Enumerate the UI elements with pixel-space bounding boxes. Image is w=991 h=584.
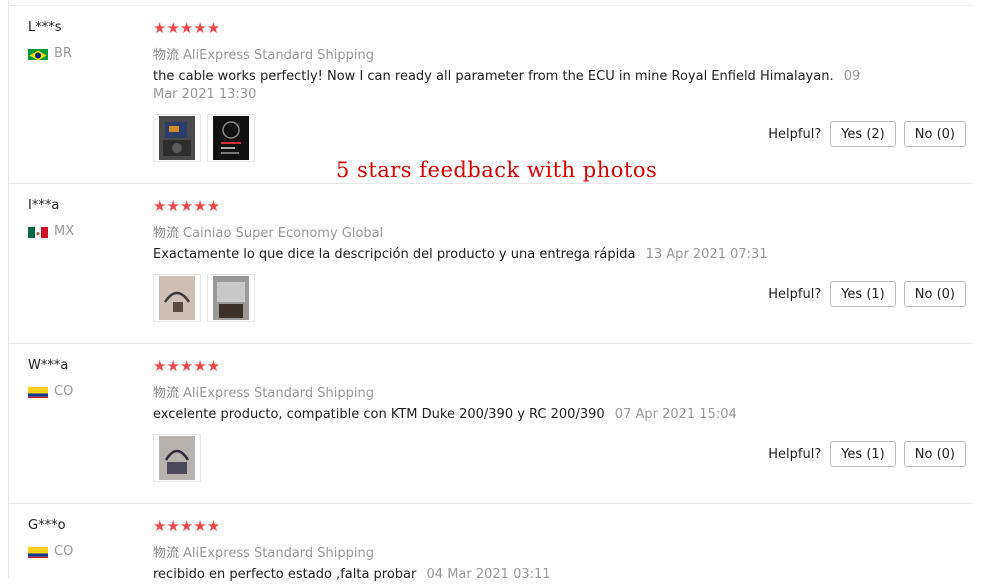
- helpful-no-button[interactable]: No (0): [903, 441, 966, 467]
- review-photos: [153, 434, 201, 482]
- helpful-yes-button[interactable]: Yes (2): [830, 121, 896, 147]
- helpful-yes-button[interactable]: Yes (1): [830, 441, 896, 467]
- review-text: recibido en perfecto estado ,falta proba…: [153, 566, 873, 584]
- shipping-label: 物流: [153, 546, 180, 561]
- review-body: recibido en perfecto estado ,falta proba…: [153, 567, 417, 582]
- star-rating: ★★★★★: [153, 19, 221, 37]
- shipping-name: Cainiao Super Economy Global: [183, 226, 384, 241]
- shipping-label: 物流: [153, 226, 180, 241]
- shipping-name: AliExpress Standard Shipping: [183, 48, 375, 63]
- country-code: CO: [54, 544, 74, 559]
- reviewer-country: CO: [28, 384, 73, 399]
- reviewer-country: BR: [28, 46, 72, 61]
- review-item: I***a MX ★★★★★ 物流 Cainiao Super Economy G…: [0, 184, 991, 344]
- reviewer-name: I***a: [28, 198, 60, 213]
- helpful-voting: Helpful? Yes (2) No (0): [768, 121, 966, 147]
- helpful-label: Helpful?: [768, 126, 822, 142]
- shipping-method: 物流 AliExpress Standard Shipping: [153, 542, 374, 561]
- promo-caption: 5 stars feedback with photos: [336, 158, 658, 182]
- reviewer-country: CO: [28, 544, 73, 559]
- review-date: 13 Apr 2021 07:31: [645, 247, 768, 262]
- review-photo-thumbnail[interactable]: [207, 274, 255, 322]
- review-item: L***s BR ★★★★★ 物流 AliExpress Standard Shi…: [0, 0, 991, 184]
- country-code: MX: [54, 224, 75, 239]
- review-text: the cable works perfectly! Now I can rea…: [153, 68, 873, 104]
- shipping-name: AliExpress Standard Shipping: [183, 386, 375, 401]
- review-body: Exactamente lo que dice la descripción d…: [153, 247, 636, 262]
- photo-icon: [213, 116, 249, 160]
- helpful-voting: Helpful? Yes (1) No (0): [768, 441, 966, 467]
- helpful-no-button[interactable]: No (0): [903, 121, 966, 147]
- review-item: G***o CO ★★★★★ 物流 AliExpress Standard Shi…: [0, 504, 991, 582]
- shipping-method: 物流 AliExpress Standard Shipping: [153, 44, 374, 63]
- shipping-method: 物流 Cainiao Super Economy Global: [153, 222, 383, 241]
- review-photo-thumbnail[interactable]: [153, 434, 201, 482]
- review-text: Exactamente lo que dice la descripción d…: [153, 246, 873, 264]
- star-rating: ★★★★★: [153, 517, 221, 535]
- photo-icon: [159, 116, 195, 160]
- reviewer-country: MX: [28, 224, 74, 239]
- review-photo-thumbnail[interactable]: [153, 274, 201, 322]
- star-rating: ★★★★★: [153, 357, 221, 375]
- shipping-label: 物流: [153, 48, 180, 63]
- brazil-flag-icon: [28, 47, 48, 60]
- review-text: excelente producto, compatible con KTM D…: [153, 406, 873, 424]
- review-photos: [153, 114, 255, 162]
- reviewer-name: W***a: [28, 358, 69, 373]
- review-photo-thumbnail[interactable]: [153, 114, 201, 162]
- review-photo-thumbnail[interactable]: [207, 114, 255, 162]
- review-date: 04 Mar 2021 03:11: [426, 567, 551, 582]
- colombia-flag-icon: [28, 545, 48, 558]
- shipping-label: 物流: [153, 386, 180, 401]
- review-body: the cable works perfectly! Now I can rea…: [153, 69, 834, 84]
- photo-icon: [213, 276, 249, 320]
- shipping-method: 物流 AliExpress Standard Shipping: [153, 382, 374, 401]
- review-item: W***a CO ★★★★★ 物流 AliExpress Standard Shi…: [0, 344, 991, 504]
- helpful-no-button[interactable]: No (0): [903, 281, 966, 307]
- helpful-label: Helpful?: [768, 446, 822, 462]
- reviewer-name: L***s: [28, 20, 62, 35]
- helpful-voting: Helpful? Yes (1) No (0): [768, 281, 966, 307]
- review-body: excelente producto, compatible con KTM D…: [153, 407, 605, 422]
- review-date: 07 Apr 2021 15:04: [614, 407, 737, 422]
- star-rating: ★★★★★: [153, 197, 221, 215]
- colombia-flag-icon: [28, 385, 48, 398]
- review-photos: [153, 274, 255, 322]
- reviewer-name: G***o: [28, 518, 66, 533]
- helpful-yes-button[interactable]: Yes (1): [830, 281, 896, 307]
- country-code: BR: [54, 46, 72, 61]
- shipping-name: AliExpress Standard Shipping: [183, 546, 375, 561]
- country-code: CO: [54, 384, 74, 399]
- photo-icon: [159, 436, 195, 480]
- mexico-flag-icon: [28, 225, 48, 238]
- helpful-label: Helpful?: [768, 286, 822, 302]
- photo-icon: [159, 276, 195, 320]
